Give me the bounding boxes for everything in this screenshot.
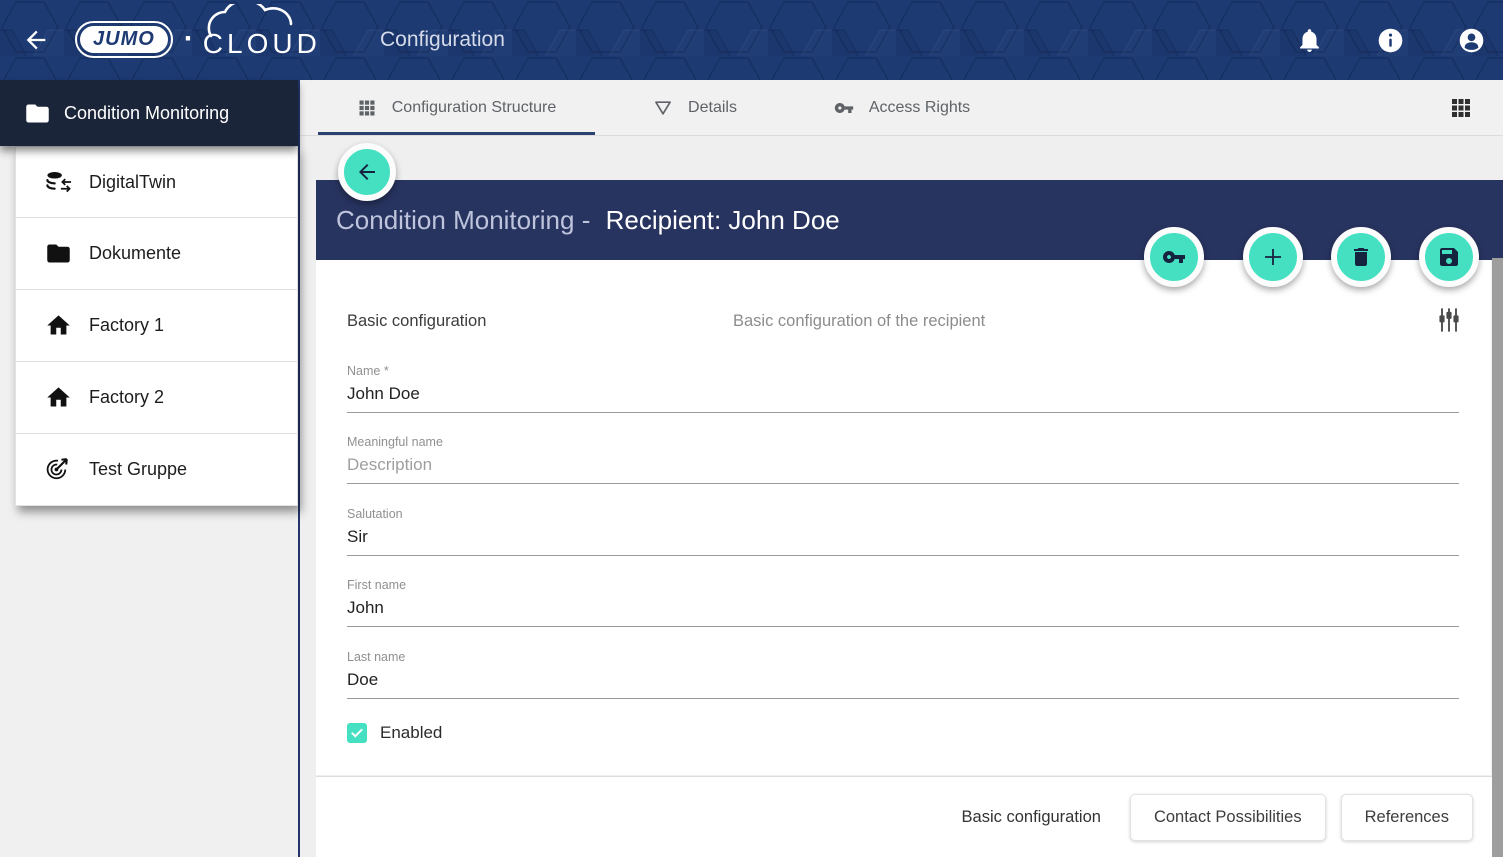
tab-label: Access Rights [869,99,970,117]
sidebar-item-factory-1[interactable]: Factory 1 [15,290,298,362]
section-subtitle: Basic configuration of the recipient [733,312,985,331]
add-button[interactable] [1243,227,1303,287]
back-arrow-icon[interactable] [22,26,50,54]
checkmark-icon [350,726,364,740]
tune-sliders-icon[interactable] [1435,306,1463,334]
home-icon [45,384,72,411]
save-button[interactable] [1419,227,1479,287]
tab-bar: Configuration Structure Details Access R… [300,80,1503,136]
sidebar-item-dokumente[interactable]: Dokumente [15,218,298,290]
breadcrumb: Condition Monitoring - [336,205,590,235]
cloud-outline-icon [197,4,337,38]
field-label: Name * [347,364,1459,378]
logo-separator: · [184,22,194,56]
footer-bar: Basic configuration Contact Possibilitie… [316,776,1503,857]
meaningful-name-field[interactable]: Meaningful name Description [347,435,1459,484]
tab-label: Details [688,99,737,117]
target-icon [45,456,72,483]
tab-configuration-structure[interactable]: Configuration Structure [318,80,595,136]
account-icon[interactable] [1458,27,1485,54]
salutation-field[interactable]: Salutation Sir [347,507,1459,556]
notifications-bell-icon[interactable] [1296,27,1323,54]
sidebar-item-digitaltwin[interactable]: DigitalTwin [15,146,298,218]
sidebar: Condition Monitoring DigitalTwin Dokumen… [0,80,298,857]
home-icon [45,312,72,339]
jumo-cloud-logo: JUMO · CLOUD [75,20,321,58]
content-title: Recipient: John Doe [606,205,840,235]
tab-access-rights[interactable]: Access Rights [813,80,991,136]
trash-icon [1349,245,1373,269]
checkbox-label: Enabled [380,723,442,743]
folder-icon [24,100,51,127]
sidebar-item-label: Factory 2 [89,387,164,408]
form-card: Basic configuration Basic configuration … [316,260,1491,775]
folder-icon [45,240,72,267]
key-icon [1162,245,1186,269]
top-app-bar: JUMO · CLOUD Configuration [0,0,1503,80]
jumo-logo-text: JUMO [93,28,155,50]
active-tab-indicator [318,132,595,135]
field-label: Salutation [347,507,1459,521]
page-title: Configuration [380,0,505,80]
name-field[interactable]: Name * John Doe [347,364,1459,413]
enabled-checkbox[interactable] [347,723,367,743]
grid-icon [357,98,377,118]
filter-icon [653,98,673,118]
vertical-scrollbar[interactable] [1492,258,1503,857]
last-name-field[interactable]: Last name Doe [347,650,1459,699]
sidebar-item-label: DigitalTwin [89,172,176,193]
tab-details[interactable]: Details [630,80,760,136]
sidebar-item-label: Factory 1 [89,315,164,336]
app-window: JUMO · CLOUD Configuration [0,0,1503,857]
first-name-field[interactable]: First name John [347,578,1459,627]
back-button[interactable] [338,143,396,201]
field-value: Sir [347,527,1459,547]
field-placeholder: Description [347,455,1459,475]
contact-possibilities-button[interactable]: Contact Possibilities [1130,794,1326,841]
content-header: Condition Monitoring - Recipient: John D… [316,180,1503,260]
references-button[interactable]: References [1341,794,1473,841]
sidebar-item-label: Dokumente [89,243,181,264]
footer-current-section: Basic configuration [962,808,1101,827]
sidebar-item-condition-monitoring[interactable]: Condition Monitoring [0,80,298,146]
tab-label: Configuration Structure [392,99,557,117]
field-value: Doe [347,670,1459,690]
sidebar-divider [298,80,300,857]
digital-twin-icon [45,169,72,196]
field-label: Last name [347,650,1459,664]
sidebar-header-label: Condition Monitoring [64,103,229,124]
section-title: Basic configuration [347,312,486,331]
field-label: Meaningful name [347,435,1459,449]
back-arrow-icon [355,160,379,184]
access-rights-button[interactable] [1144,227,1204,287]
key-icon [834,98,854,118]
grid-view-button[interactable] [1449,96,1473,120]
field-value: John [347,598,1459,618]
field-label: First name [347,578,1459,592]
sidebar-item-factory-2[interactable]: Factory 2 [15,362,298,434]
field-value: John Doe [347,384,1459,404]
sidebar-item-label: Test Gruppe [89,459,187,480]
plus-icon [1261,245,1285,269]
info-icon[interactable] [1377,27,1404,54]
delete-button[interactable] [1331,227,1391,287]
jumo-logo-pill: JUMO [75,21,173,58]
save-icon [1437,245,1461,269]
sidebar-item-test-gruppe[interactable]: Test Gruppe [15,434,298,506]
